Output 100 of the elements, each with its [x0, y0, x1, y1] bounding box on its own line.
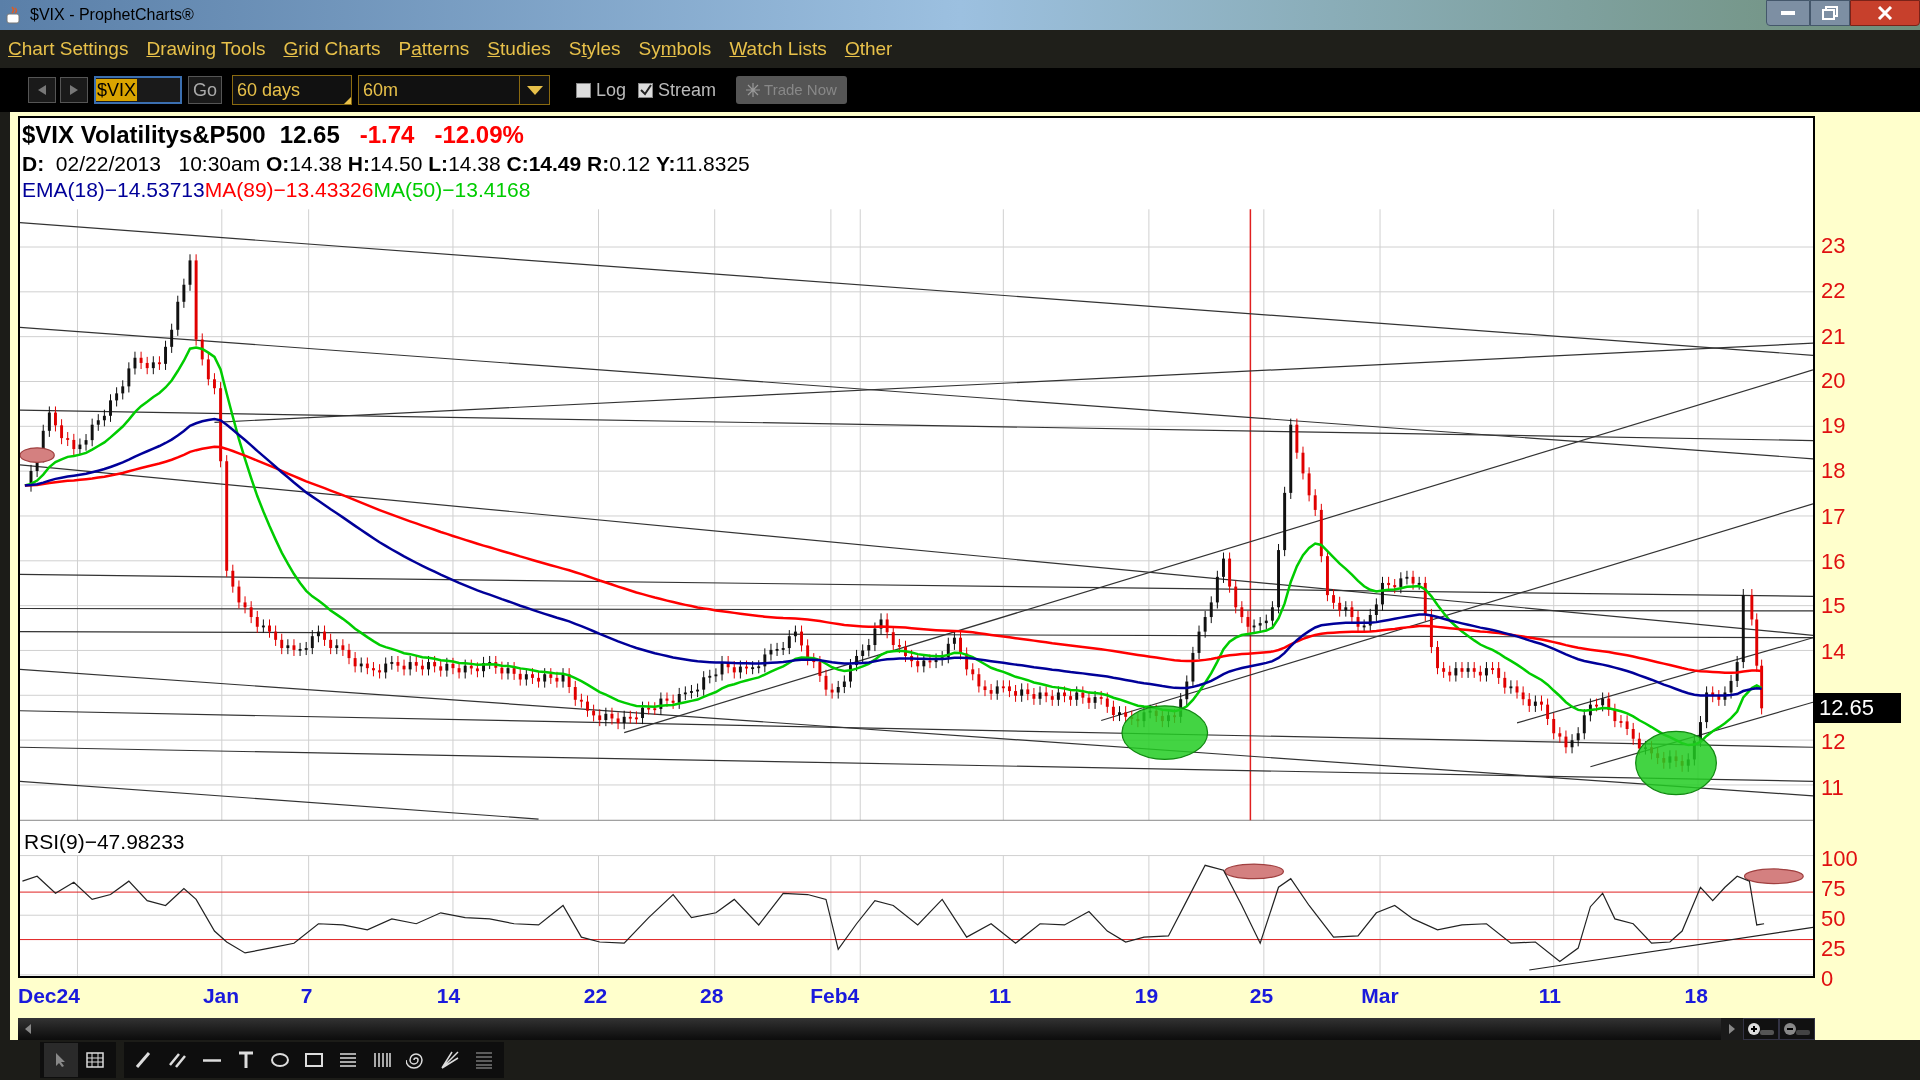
percent-change: -12.09% [434, 120, 524, 150]
right-arrow-icon [70, 85, 78, 95]
checkbox[interactable] [638, 82, 654, 98]
date-label: 18 [1684, 983, 1708, 1010]
highlight-ellipse[interactable] [1743, 868, 1804, 885]
price-label: 19 [1821, 413, 1846, 440]
price-tag: 12.65 [1815, 692, 1901, 723]
restore-icon [1822, 6, 1838, 20]
horizontal-lines-icon [474, 1050, 494, 1070]
zoom-in-button[interactable] [1743, 1018, 1779, 1040]
price-label: 21 [1821, 323, 1846, 350]
menu-item[interactable]: Watch Lists [729, 34, 827, 64]
price-label: 11 [1821, 774, 1844, 801]
price-label: 16 [1821, 549, 1846, 576]
checkbox-label: Log [596, 78, 627, 102]
window-title: $VIX - ProphetCharts® [30, 5, 194, 25]
highlight-ellipse[interactable] [1635, 730, 1717, 796]
highlight-ellipse[interactable] [1224, 863, 1285, 880]
menu-item[interactable]: Drawing Tools [146, 34, 266, 64]
quote-line: D: 02/22/2013 10:30am O:14.38 H:14.50 L:14.38 C:14.49 R:0.12 Y:11.8325 [22, 151, 750, 177]
trendline[interactable] [623, 369, 1813, 734]
menu-item[interactable]: Studies [487, 34, 551, 64]
date-label: 7 [300, 983, 313, 1010]
zoom-out-icon [1783, 1022, 1811, 1036]
scroll-right-button[interactable] [1721, 1018, 1743, 1040]
date-label: Jan [202, 983, 240, 1010]
price-label: 18 [1821, 458, 1846, 485]
checkbox[interactable] [576, 82, 591, 98]
zoom-out-button[interactable] [1779, 1018, 1815, 1040]
menu-item[interactable]: Symbols [638, 34, 712, 64]
last-price: 12.65 [279, 120, 340, 150]
text-icon [236, 1050, 256, 1070]
trendline[interactable] [20, 326, 1813, 460]
price-label: 20 [1821, 367, 1846, 394]
highlight-ellipse[interactable] [1121, 705, 1209, 761]
left-arrow-icon [25, 1024, 31, 1034]
date-label: 19 [1134, 983, 1159, 1010]
indicator-value: MA(50)−13.4168 [373, 178, 531, 202]
go-button[interactable]: Go [188, 76, 222, 104]
grid-icon [86, 1052, 104, 1068]
minimize-icon [1781, 11, 1795, 15]
menu-item[interactable]: Patterns [398, 34, 470, 64]
price-label: 12 [1821, 729, 1846, 756]
stacked-lines-icon [338, 1050, 358, 1070]
trendline[interactable] [1516, 637, 1813, 724]
menu-item[interactable]: Other [844, 34, 893, 64]
price-label: 15 [1821, 593, 1846, 620]
range-dropdown[interactable]: 60 days [232, 75, 352, 105]
menu-item[interactable]: Grid Charts [283, 34, 381, 64]
date-label: 22 [583, 983, 608, 1010]
date-label: 11 [1538, 983, 1562, 1010]
symbol-title: $VIX Volatilitys&P500 [22, 120, 266, 150]
price-label: 14 [1821, 638, 1846, 665]
trendline[interactable] [20, 710, 1813, 748]
restore-button[interactable] [1810, 0, 1850, 26]
date-label: 11 [989, 983, 1012, 1010]
rsi-label: RSI(9)−47.98233 [24, 829, 185, 855]
horizontal-line-icon [202, 1058, 222, 1062]
price-label: 22 [1821, 278, 1846, 305]
date-label: Feb4 [810, 983, 860, 1010]
checkbox-label: Stream [658, 78, 717, 102]
date-label: 14 [436, 983, 461, 1010]
date-label: Mar [1361, 983, 1399, 1010]
rectangle-icon [304, 1050, 324, 1070]
price-label: 23 [1821, 232, 1846, 259]
trendline[interactable] [20, 409, 1813, 442]
back-button[interactable] [28, 77, 56, 103]
close-button[interactable] [1850, 0, 1920, 26]
left-arrow-icon [38, 85, 46, 95]
indicator-value: MA(89)−13.43326 [204, 178, 374, 202]
trendline[interactable] [20, 464, 1813, 636]
sparkle-icon [746, 83, 761, 97]
date-label: 25 [1249, 983, 1274, 1010]
app-icon [6, 6, 22, 24]
close-icon [1877, 6, 1893, 20]
trendline[interactable] [1100, 503, 1813, 722]
trendline[interactable] [20, 746, 1813, 782]
trendline[interactable] [1528, 926, 1813, 971]
menu-item[interactable]: Styles [568, 34, 621, 64]
interval-dropdown[interactable]: 60m [358, 75, 550, 105]
rsi-scale-label: 50 [1821, 905, 1846, 932]
menu-item[interactable]: Chart Settings [8, 34, 129, 64]
trendline[interactable] [20, 607, 1813, 612]
spiral-icon [406, 1050, 426, 1070]
ellipse-icon [270, 1050, 290, 1070]
rsi-scale-label: 100 [1821, 845, 1858, 872]
indicator-value: EMA(18)−14.53713 [22, 178, 205, 202]
fan-icon [440, 1050, 460, 1070]
forward-button[interactable] [60, 77, 88, 103]
symbol-field[interactable]: $VIX [94, 76, 182, 104]
select-tool-button[interactable] [44, 1043, 78, 1077]
caret-icon [526, 85, 543, 95]
pointer-icon [55, 1052, 67, 1068]
trendline[interactable] [20, 668, 1813, 797]
date-label: 28 [700, 983, 724, 1010]
trendline[interactable] [20, 631, 1813, 639]
minimize-button[interactable] [1766, 0, 1810, 26]
rsi-scale-label: 0 [1821, 965, 1834, 992]
rsi-scale-label: 25 [1821, 936, 1846, 963]
trendline[interactable] [20, 573, 1813, 597]
